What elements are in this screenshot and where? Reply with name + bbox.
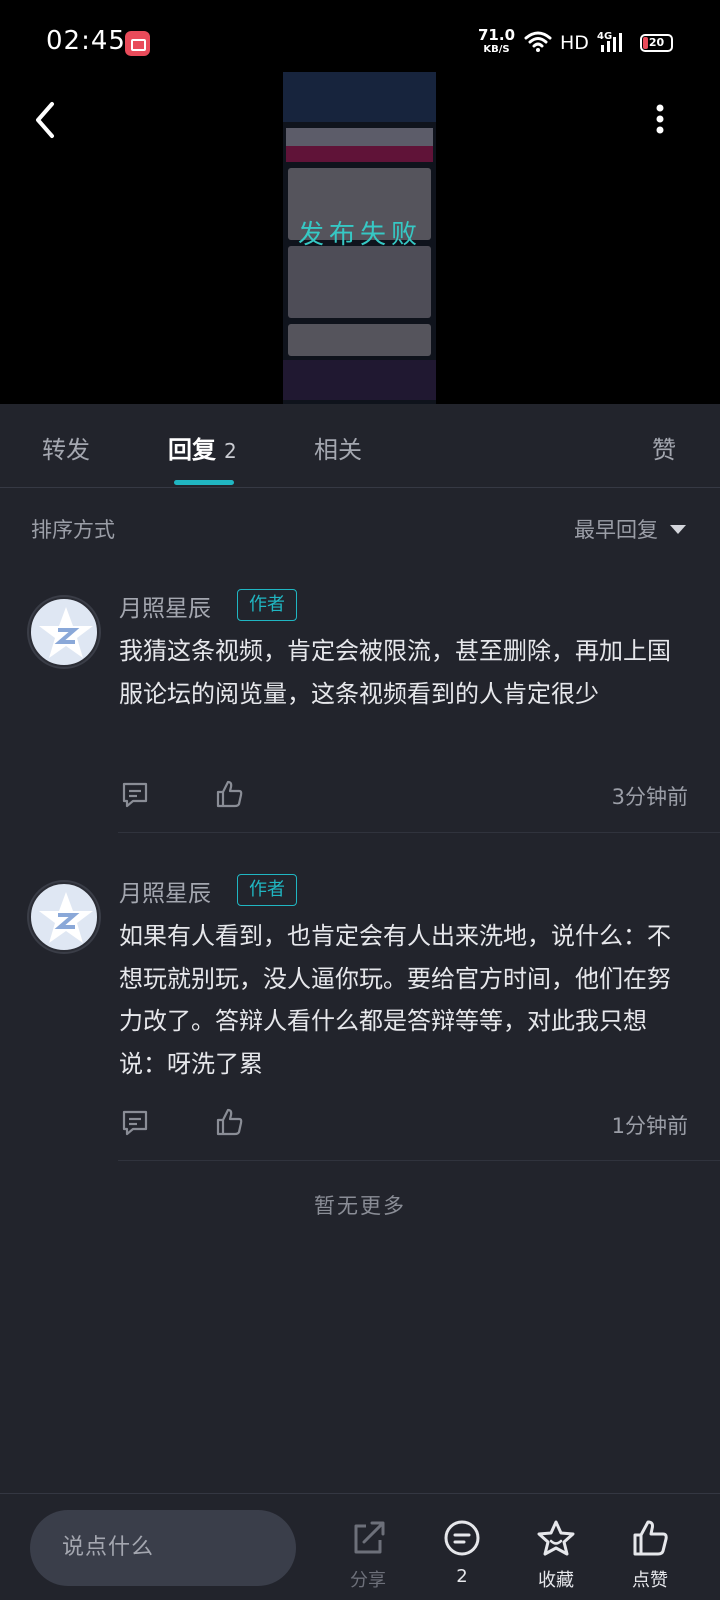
reply-icon[interactable] xyxy=(120,780,150,810)
tab-related[interactable]: 相关 xyxy=(314,430,362,465)
star-logo-icon xyxy=(39,607,93,658)
share-label: 分享 xyxy=(350,1570,386,1591)
comment-bubble-icon xyxy=(444,1520,480,1556)
bottom-action-bar: 说点什么 分享 2 收藏 点赞 xyxy=(0,1493,720,1600)
comment-input[interactable]: 说点什么 xyxy=(30,1510,296,1586)
like-label: 点赞 xyxy=(632,1570,668,1591)
avatar[interactable] xyxy=(29,597,99,667)
caret-down-icon xyxy=(670,524,686,534)
tab-likes[interactable]: 赞 xyxy=(652,430,676,465)
screen-record-icon xyxy=(125,31,150,56)
reply-icon[interactable] xyxy=(120,1108,150,1138)
favorite-label: 收藏 xyxy=(538,1570,574,1591)
svg-text:4G: 4G xyxy=(597,31,612,42)
tab-replies-count: 2 xyxy=(224,439,237,463)
avatar[interactable] xyxy=(29,882,99,952)
author-name[interactable]: 月照星辰 xyxy=(119,589,211,623)
favorite-button[interactable]: 收藏 xyxy=(516,1494,596,1600)
tab-replies-label: 回复 xyxy=(168,436,216,464)
sort-label: 排序方式 xyxy=(31,518,115,542)
comment-count: 2 xyxy=(456,1566,468,1587)
hd-indicator: HD xyxy=(560,32,589,54)
star-logo-icon xyxy=(39,892,93,943)
star-favorite-icon xyxy=(537,1520,575,1556)
share-button[interactable]: 分享 xyxy=(328,1494,408,1600)
divider xyxy=(118,832,720,833)
thumbs-up-icon[interactable] xyxy=(214,1107,244,1137)
comments-button[interactable]: 2 xyxy=(422,1494,502,1600)
comment-time: 3分钟前 xyxy=(611,785,688,809)
sort-selected: 最早回复 xyxy=(574,518,658,542)
author-name[interactable]: 月照星辰 xyxy=(119,874,211,908)
network-speed: 71.0 KB/S xyxy=(478,26,516,55)
tab-forward[interactable]: 转发 xyxy=(42,430,90,465)
signal-icon: 4G xyxy=(597,31,622,52)
share-icon xyxy=(354,1521,385,1554)
tab-bar: 转发 回复 2 相关 赞 xyxy=(0,404,720,488)
video-player[interactable]: 发布失败 02:45 71.0 KB/S HD 4G 20 xyxy=(0,0,720,404)
comment-text: 如果有人看到，也肯定会有人出来洗地，说什么：不想玩就别玩，没人逼你玩。要给官方时… xyxy=(119,922,671,1078)
sort-dropdown[interactable]: 最早回复 xyxy=(574,514,686,544)
tab-replies[interactable]: 回复 2 xyxy=(168,430,237,465)
no-more-text: 暂无更多 xyxy=(314,1194,406,1218)
thumbs-up-icon[interactable] xyxy=(214,779,244,809)
divider xyxy=(118,1160,720,1161)
more-options-icon[interactable] xyxy=(654,104,666,134)
back-arrow-icon[interactable] xyxy=(28,100,64,140)
status-time: 02:45 xyxy=(46,26,126,56)
comment-text: 我猜这条视频，肯定会被限流，甚至删除，再加上国服论坛的阅览量，这条视频看到的人肯… xyxy=(119,637,671,708)
status-bar: 02:45 71.0 KB/S HD 4G 20 xyxy=(0,0,720,90)
comment-time: 1分钟前 xyxy=(611,1114,688,1138)
thumbs-up-icon xyxy=(633,1520,668,1556)
author-badge: 作者 xyxy=(237,874,297,906)
battery-icon: 20 xyxy=(640,34,673,52)
publish-failed-text: 发布失败 xyxy=(297,220,422,250)
active-tab-indicator xyxy=(174,480,234,485)
author-badge: 作者 xyxy=(237,589,297,621)
like-button[interactable]: 点赞 xyxy=(610,1494,690,1600)
wifi-icon xyxy=(524,31,552,52)
